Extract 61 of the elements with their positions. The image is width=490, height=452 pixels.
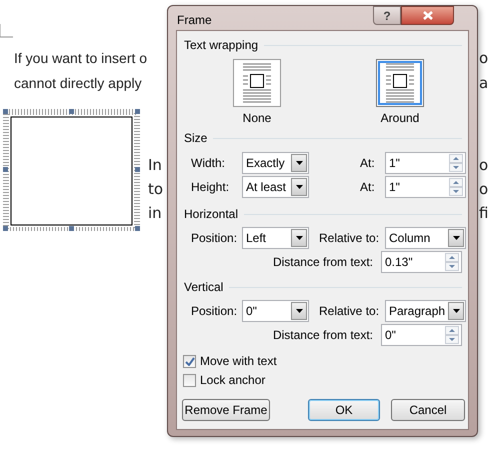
dialog-button[interactable]: Remove Frame xyxy=(182,399,270,421)
dropdown[interactable]: Left xyxy=(242,227,309,249)
option-label: None xyxy=(242,110,272,126)
checkbox[interactable] xyxy=(183,374,196,386)
field-label: Height: xyxy=(191,179,230,196)
section-title: Vertical xyxy=(184,279,224,296)
spin-field[interactable]: 0" xyxy=(381,324,462,346)
body-text: o xyxy=(479,179,488,200)
spin-field[interactable]: 1" xyxy=(385,152,466,174)
close-icon xyxy=(422,11,432,20)
caret-icon xyxy=(296,161,302,165)
checkbox[interactable] xyxy=(183,354,196,368)
field-label: Distance from text: xyxy=(272,327,373,344)
checkbox-label: Move with text xyxy=(200,354,277,368)
spin-arrows-icon xyxy=(445,326,459,344)
body-text: If you want to insert o xyxy=(14,49,148,68)
body-text: to xyxy=(148,179,164,200)
body-text: in xyxy=(148,203,162,224)
field-label: Position: xyxy=(191,303,238,320)
field-label: At: xyxy=(360,179,376,196)
dropdown[interactable]: At least xyxy=(242,176,309,198)
spin-arrows-icon xyxy=(445,253,459,271)
close-button[interactable] xyxy=(401,6,454,25)
window-title: Frame xyxy=(177,13,212,27)
option-label: Around xyxy=(380,110,420,126)
field-label: Relative to: xyxy=(319,230,380,247)
body-text: cannot directly apply xyxy=(14,74,142,93)
field-label: At: xyxy=(360,155,376,172)
wrap-option-button[interactable] xyxy=(376,59,424,107)
dropdown[interactable]: Column xyxy=(385,227,466,249)
caret-icon xyxy=(296,309,302,313)
section-title: Text wrapping xyxy=(184,37,258,54)
dropdown[interactable]: Paragraph xyxy=(385,300,466,322)
body-text: fi xyxy=(479,203,488,224)
body-text: o xyxy=(479,48,488,69)
dialog-button[interactable]: OK xyxy=(308,399,380,421)
spin-arrows-icon xyxy=(449,178,463,196)
body-text: o xyxy=(479,155,488,176)
spin-arrows-icon xyxy=(449,154,463,172)
dropdown[interactable]: 0" xyxy=(242,300,309,322)
check-icon xyxy=(184,356,194,366)
section-title: Size xyxy=(184,130,208,147)
field-label: Relative to: xyxy=(319,303,380,320)
body-text: a xyxy=(479,73,488,94)
dialog-button[interactable]: Cancel xyxy=(391,399,465,421)
field-label: Distance from text: xyxy=(272,254,373,271)
body-text: In xyxy=(148,155,162,176)
spin-field[interactable]: 1" xyxy=(385,176,466,198)
page-corner-mark xyxy=(0,24,14,38)
caret-icon xyxy=(296,185,302,189)
checkbox-label: Lock anchor xyxy=(200,373,266,387)
wrap-option-button[interactable] xyxy=(233,59,281,107)
caret-icon xyxy=(296,236,302,240)
caret-icon xyxy=(452,236,460,240)
field-label: Width: xyxy=(191,155,226,172)
field-label: Position: xyxy=(191,230,238,247)
caret-icon xyxy=(452,309,460,313)
dropdown[interactable]: Exactly xyxy=(242,152,309,174)
help-button[interactable]: ? xyxy=(373,6,401,25)
section-title: Horizontal xyxy=(184,206,238,223)
spin-field[interactable]: 0.13" xyxy=(381,251,462,273)
